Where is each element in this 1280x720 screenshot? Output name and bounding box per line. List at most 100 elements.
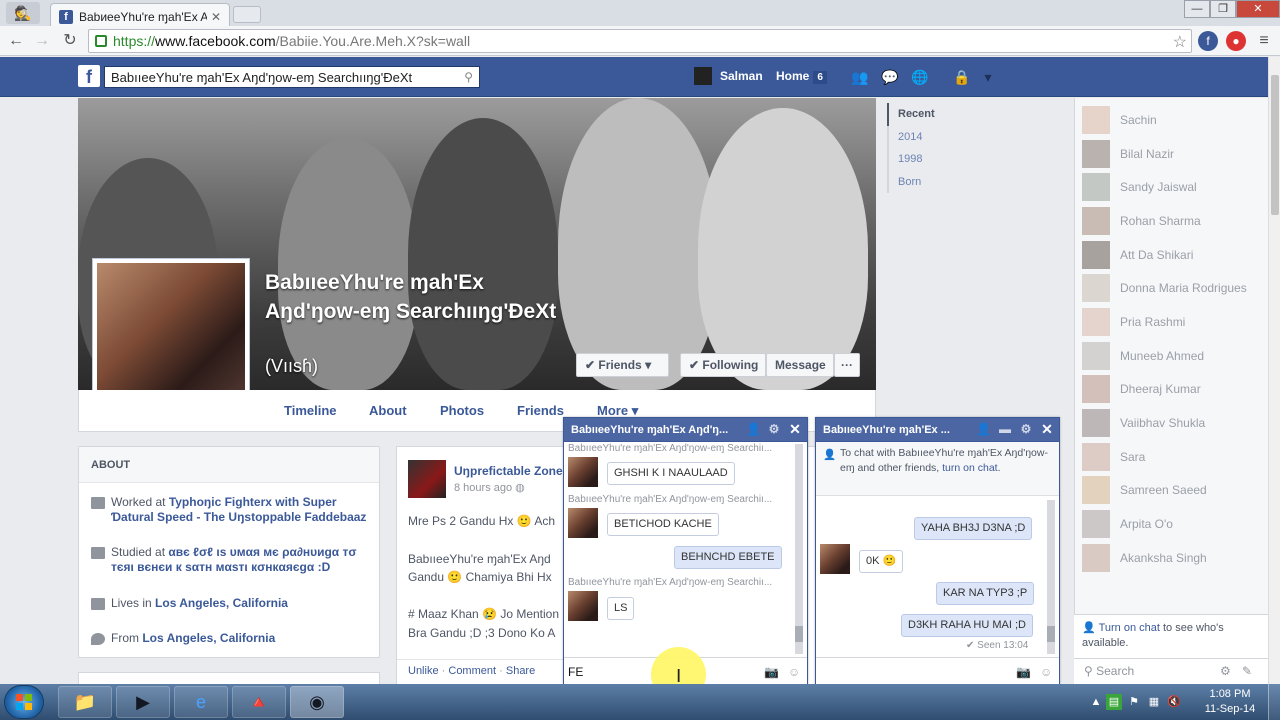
chrome-icon[interactable]: ◉ xyxy=(290,686,344,718)
about-from-link[interactable]: Los Angeles, California xyxy=(142,631,275,645)
close-tab-icon[interactable]: ✕ xyxy=(211,10,221,24)
sidebar-friend[interactable]: Rohan Sharma xyxy=(1082,206,1267,236)
sidebar-friend[interactable]: Akanksha Singh xyxy=(1082,543,1267,573)
close-window-button[interactable]: ✕ xyxy=(1236,0,1280,18)
incognito-icon: 🕵 xyxy=(6,2,40,24)
comment-link[interactable]: Comment xyxy=(448,665,496,677)
close-icon[interactable]: ✕ xyxy=(1040,422,1054,436)
chat-sender-label: BabııeeYhu're ɱah'Ex Aŋd'ŋow-eɱ Searchiı… xyxy=(568,443,773,454)
media-player-icon[interactable]: ▶ xyxy=(116,686,170,718)
vlc-icon[interactable]: 🔺 xyxy=(232,686,286,718)
share-link[interactable]: Share xyxy=(506,665,535,677)
sidebar-friend[interactable]: Arpita O'o xyxy=(1082,509,1267,539)
chat-input[interactable]: FE xyxy=(568,665,583,679)
sidebar-friend[interactable]: Pria Rashmi xyxy=(1082,307,1267,337)
sidebar-friend[interactable]: Vaiibhav Shukla xyxy=(1082,408,1267,438)
facebook-search-input[interactable]: BabııeeYhu're ɱah'Ex Aŋd'ŋow-eɱ Searchıı… xyxy=(104,66,480,88)
sidebar-friend[interactable]: Att Da Shikari xyxy=(1082,240,1267,270)
facebook-extension-icon[interactable]: f xyxy=(1198,31,1218,51)
sidebar-friend[interactable]: Sachin xyxy=(1082,105,1267,135)
taskbar-clock[interactable]: 1:08 PM 11-Sep-14 xyxy=(1200,687,1260,717)
user-profile-link[interactable]: Salman xyxy=(694,67,763,85)
chat-2-header[interactable]: BabııeeYhu're ɱah'Ex ... 👤 ▬ ⚙ ✕ xyxy=(816,418,1059,442)
post-author-avatar[interactable] xyxy=(408,460,446,498)
chat-1-header[interactable]: BabııeeYhu're ɱah'Ex Aŋd'ŋ... 👤 ⚙ ✕ xyxy=(564,418,807,442)
post-time[interactable]: 8 hours ago ◍ xyxy=(454,481,525,494)
sidebar-friend[interactable]: Dheeraj Kumar xyxy=(1082,374,1267,404)
settings-chevron-down-icon[interactable]: ▾ xyxy=(978,67,998,87)
more-options-button[interactable]: ··· xyxy=(834,353,860,377)
chat-message: GHSHI K I NAAULAAD xyxy=(607,462,735,485)
turn-on-chat-link[interactable]: turn on chat xyxy=(942,462,997,474)
home-link[interactable]: Home 6 xyxy=(776,69,827,84)
back-arrow-icon[interactable]: ← xyxy=(6,31,26,51)
sidebar-search-input[interactable]: ⚲ Search ⚙ ✎ xyxy=(1074,658,1268,684)
address-bar[interactable]: https:// www.facebook.com /Babiie.You.Ar… xyxy=(88,29,1192,53)
volume-muted-icon[interactable]: 🔇 xyxy=(1166,694,1182,710)
forward-arrow-icon[interactable]: → xyxy=(32,31,52,51)
tab-photos[interactable]: Photos xyxy=(440,403,484,418)
file-explorer-icon[interactable]: 📁 xyxy=(58,686,112,718)
avatar xyxy=(1082,241,1110,269)
emoticon-icon[interactable]: ☺ xyxy=(1040,665,1052,679)
reload-icon[interactable]: ↻ xyxy=(60,31,80,51)
following-button[interactable]: ✔ Following xyxy=(680,353,766,377)
compose-icon[interactable]: ✎ xyxy=(1242,664,1252,678)
unlike-link[interactable]: Unlike xyxy=(408,665,439,677)
gear-icon[interactable]: ⚙ xyxy=(767,422,781,436)
camera-icon[interactable]: 📷 xyxy=(1016,665,1031,679)
messages-icon[interactable]: 💬 xyxy=(880,67,900,87)
post-author[interactable]: Uŋprefictable Zone xyxy=(454,464,563,478)
emoticon-icon[interactable]: ☺ xyxy=(788,665,800,679)
gear-icon[interactable]: ⚙ xyxy=(1220,664,1231,678)
timeline-nav-recent[interactable]: Recent xyxy=(887,103,1007,126)
new-tab-button[interactable] xyxy=(233,6,261,23)
privacy-shortcuts-icon[interactable]: 🔒 xyxy=(952,67,972,87)
internet-explorer-icon[interactable]: e xyxy=(174,686,228,718)
sidebar-friend[interactable]: Donna Maria Rodrigues xyxy=(1082,273,1267,303)
facebook-logo-icon[interactable]: f xyxy=(78,65,100,87)
gear-icon[interactable]: ⚙ xyxy=(1019,422,1033,436)
avatar xyxy=(1082,409,1110,437)
tab-friends[interactable]: Friends xyxy=(517,403,564,418)
sidebar-friend[interactable]: Sara xyxy=(1082,442,1267,472)
video-call-icon[interactable]: ▬ xyxy=(998,422,1012,436)
sidebar-friend[interactable]: Bilal Nazir xyxy=(1082,139,1267,169)
timeline-nav-1998[interactable]: 1998 xyxy=(889,148,1007,171)
tab-timeline[interactable]: Timeline xyxy=(284,403,337,418)
tray-app-icon[interactable]: ▤ xyxy=(1106,694,1122,710)
tab-about[interactable]: About xyxy=(369,403,407,418)
action-center-icon[interactable]: ⚑ xyxy=(1126,694,1142,710)
chat-2-scrollbar[interactable] xyxy=(1047,500,1055,654)
timeline-nav-2014[interactable]: 2014 xyxy=(889,126,1007,149)
record-extension-icon[interactable]: ● xyxy=(1226,31,1246,51)
message-button[interactable]: Message xyxy=(766,353,834,377)
bookmark-star-icon[interactable]: ☆ xyxy=(1173,32,1187,52)
show-hidden-icons-icon[interactable]: ▲ xyxy=(1088,694,1104,710)
close-icon[interactable]: ✕ xyxy=(788,422,802,436)
about-lives-link[interactable]: Los Angeles, California xyxy=(155,596,288,610)
chat-2-composer[interactable]: 📷 ☺ xyxy=(816,657,1059,684)
add-friends-icon[interactable]: 👤 xyxy=(976,422,991,436)
friend-requests-icon[interactable]: 👥 xyxy=(850,67,870,87)
network-icon[interactable]: ▦ xyxy=(1146,694,1162,710)
chat-1-scrollbar[interactable] xyxy=(795,444,803,654)
friends-button[interactable]: ✔ Friends ▾ xyxy=(576,353,669,377)
minimize-button[interactable]: — xyxy=(1184,0,1210,18)
turn-on-chat-sidebar-link[interactable]: Turn on chat xyxy=(1099,622,1160,634)
camera-icon[interactable]: 📷 xyxy=(764,665,779,679)
page-scrollbar[interactable] xyxy=(1268,57,1280,684)
sidebar-friend[interactable]: Muneeb Ahmed xyxy=(1082,341,1267,371)
sidebar-friend[interactable]: Samreen Saeed xyxy=(1082,475,1267,505)
notifications-globe-icon[interactable]: 🌐 xyxy=(910,67,930,87)
search-icon[interactable]: ⚲ xyxy=(464,70,473,84)
browser-tab[interactable]: f BabиeeYhu're ɱah'Ex Aŋd ✕ xyxy=(50,3,230,26)
start-button[interactable] xyxy=(4,685,44,719)
show-desktop-button[interactable] xyxy=(1268,684,1280,720)
maximize-button[interactable]: ❐ xyxy=(1210,0,1236,18)
post-text-line: Mre Ps 2 Gandu Hx 🙂 Ach xyxy=(408,514,555,528)
menu-icon[interactable]: ≡ xyxy=(1254,31,1274,51)
add-friends-icon[interactable]: 👤 xyxy=(746,422,761,436)
timeline-nav-born[interactable]: Born xyxy=(889,171,1007,194)
sidebar-friend[interactable]: Sandy Jaiswal xyxy=(1082,172,1267,202)
